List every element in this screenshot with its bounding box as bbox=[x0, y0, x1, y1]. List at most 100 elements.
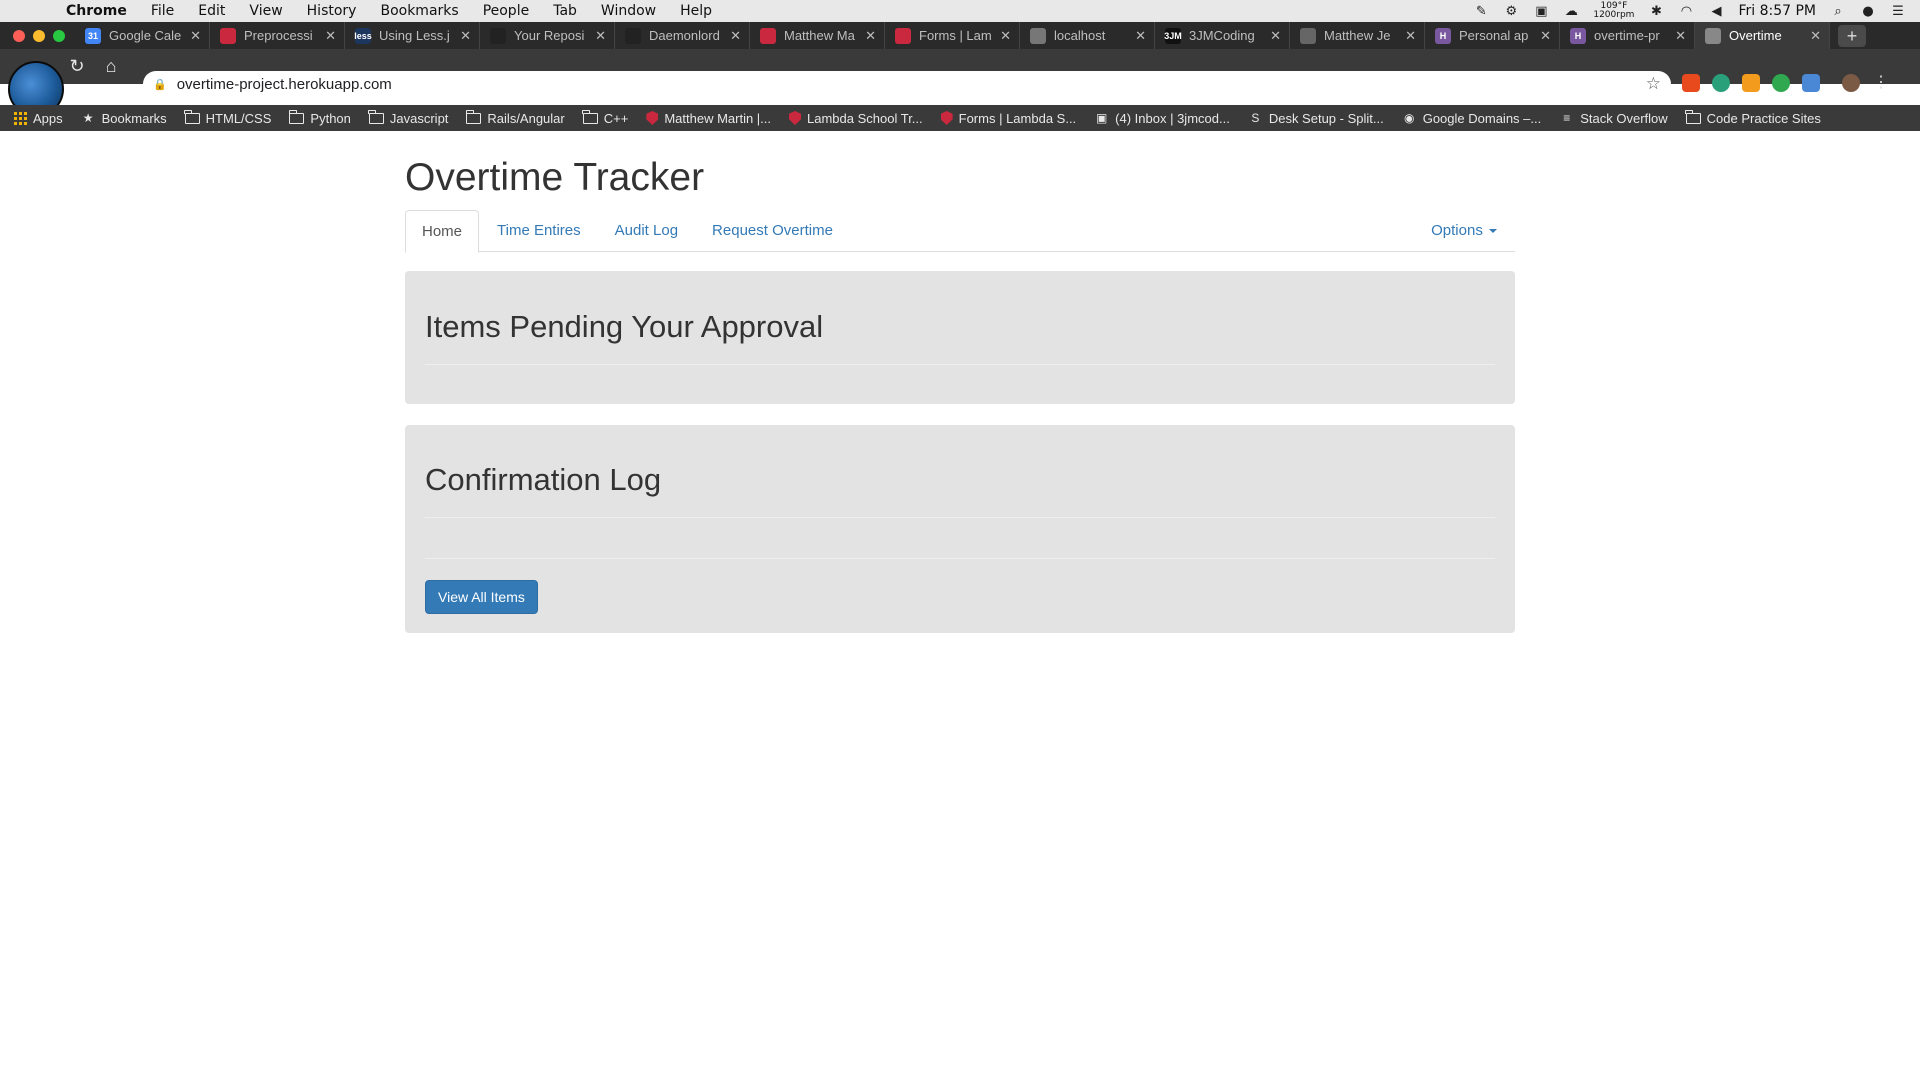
menu-file[interactable]: File bbox=[139, 3, 186, 19]
close-tab-icon[interactable]: ✕ bbox=[1675, 28, 1686, 44]
browser-tab[interactable]: Hovertime-pr ✕ bbox=[1560, 22, 1695, 49]
zoom-window-button[interactable] bbox=[53, 29, 65, 42]
close-tab-icon[interactable]: ✕ bbox=[1135, 28, 1146, 44]
status-search-tool-icon[interactable]: ⚙ bbox=[1503, 4, 1519, 19]
menu-app-chrome[interactable]: Chrome bbox=[54, 3, 139, 19]
volume-icon[interactable]: ◀ bbox=[1708, 4, 1724, 19]
browser-tab[interactable]: Forms | Lam ✕ bbox=[885, 22, 1020, 49]
tab-home[interactable]: Home bbox=[405, 210, 480, 253]
tab-request-overtime[interactable]: Request Overtime bbox=[696, 210, 849, 252]
bookmark-label: (4) Inbox | 3jmcod... bbox=[1115, 110, 1230, 126]
close-tab-icon[interactable]: ✕ bbox=[1270, 28, 1281, 44]
menu-tab[interactable]: Tab bbox=[541, 3, 589, 19]
minimize-window-button[interactable] bbox=[33, 29, 45, 42]
close-tab-icon[interactable]: ✕ bbox=[730, 28, 741, 44]
browser-tab[interactable]: H Personal ap ✕ bbox=[1425, 22, 1560, 49]
browser-tab[interactable]: localhost ✕ bbox=[1020, 22, 1155, 49]
options-dropdown[interactable]: Options bbox=[1431, 210, 1497, 252]
bookmark-item[interactable]: Lambda School Tr... bbox=[789, 111, 923, 126]
close-tab-icon[interactable]: ✕ bbox=[865, 28, 876, 44]
bluetooth-icon[interactable]: ✱ bbox=[1648, 4, 1664, 19]
close-window-button[interactable] bbox=[13, 29, 25, 42]
bookmark-label: HTML/CSS bbox=[205, 110, 272, 126]
browser-tab[interactable]: less Using Less.j ✕ bbox=[345, 22, 480, 49]
tab-title: Your Reposi bbox=[514, 28, 585, 43]
browser-tab-strip: 31 Google Cale ✕ Preprocessi ✕ less Using Less… bbox=[0, 22, 1920, 49]
bookmark-item[interactable]: ≡ Stack Overflow bbox=[1559, 111, 1667, 126]
s-icon: S bbox=[1251, 111, 1260, 125]
grammarly-extension-icon[interactable] bbox=[1712, 74, 1730, 92]
close-tab-icon[interactable]: ✕ bbox=[325, 28, 336, 44]
browser-tab[interactable]: Preprocessi ✕ bbox=[210, 22, 345, 49]
close-tab-icon[interactable]: ✕ bbox=[460, 28, 471, 44]
bookmark-item[interactable]: Code Practice Sites bbox=[1685, 109, 1821, 126]
view-all-items-button[interactable]: View All Items bbox=[425, 580, 538, 614]
tab-audit-log[interactable]: Audit Log bbox=[599, 210, 694, 252]
address-url[interactable]: overtime-project.herokuapp.com bbox=[177, 76, 392, 93]
bookmark-star-icon[interactable]: ☆ bbox=[1646, 74, 1661, 94]
close-tab-icon[interactable]: ✕ bbox=[595, 28, 606, 44]
bookmark-item[interactable]: Javascript bbox=[368, 109, 449, 126]
menu-view[interactable]: View bbox=[237, 3, 294, 19]
close-tab-icon[interactable]: ✕ bbox=[1540, 28, 1551, 44]
new-tab-button[interactable]: + bbox=[1838, 25, 1866, 47]
menu-help[interactable]: Help bbox=[668, 3, 724, 19]
wifi-icon[interactable]: ◠ bbox=[1678, 4, 1694, 19]
bookmark-item[interactable]: HTML/CSS bbox=[184, 109, 272, 126]
bookmark-item[interactable]: ★ Bookmarks bbox=[81, 111, 167, 126]
bookmark-item[interactable]: Rails/Angular bbox=[465, 109, 565, 126]
profile-avatar-icon[interactable] bbox=[1842, 74, 1860, 92]
browser-tab[interactable]: 3JM 3JMCoding ✕ bbox=[1155, 22, 1290, 49]
close-tab-icon[interactable]: ✕ bbox=[1405, 28, 1416, 44]
siri-icon[interactable]: ● bbox=[1860, 4, 1876, 19]
close-tab-icon[interactable]: ✕ bbox=[190, 28, 201, 44]
menubar-clock[interactable]: Fri 8:57 PM bbox=[1738, 3, 1816, 19]
lock-icon[interactable]: 🔒 bbox=[153, 78, 167, 91]
browser-tab[interactable]: Your Reposi ✕ bbox=[480, 22, 615, 49]
bookmark-item[interactable]: Forms | Lambda S... bbox=[940, 111, 1076, 126]
address-bar[interactable]: 🔒 overtime-project.herokuapp.com ☆ bbox=[143, 71, 1671, 97]
status-tools-icon[interactable]: ✎ bbox=[1473, 4, 1489, 19]
bookmark-item[interactable]: ◉ Google Domains –... bbox=[1402, 111, 1541, 126]
menu-bookmarks[interactable]: Bookmarks bbox=[368, 3, 470, 19]
bookmark-item[interactable]: ▣ (4) Inbox | 3jmcod... bbox=[1094, 111, 1230, 126]
notification-center-icon[interactable]: ☰ bbox=[1890, 4, 1906, 19]
tab-time-entries[interactable]: Time Entires bbox=[481, 210, 597, 252]
temperature-readout[interactable]: 109°F 1200rpm bbox=[1593, 2, 1634, 20]
status-lock-icon[interactable]: ▣ bbox=[1533, 4, 1549, 19]
bookmark-item[interactable]: S Desk Setup - Split... bbox=[1248, 111, 1383, 126]
bookmark-label: Code Practice Sites bbox=[1706, 110, 1821, 126]
bookmark-label: Javascript bbox=[389, 110, 449, 126]
office-extension-icon[interactable] bbox=[1682, 74, 1700, 92]
bookmarks-bar: Apps ★ Bookmarks HTML/CSS Python Javascript Ra… bbox=[0, 105, 1920, 131]
close-tab-icon[interactable]: ✕ bbox=[1810, 28, 1821, 44]
spotlight-search-icon[interactable]: ⌕ bbox=[1830, 4, 1846, 19]
log-divider-bottom bbox=[425, 558, 1495, 559]
browser-tab[interactable]: Matthew Ma ✕ bbox=[750, 22, 885, 49]
browser-tab[interactable]: Overtime ✕ bbox=[1695, 22, 1830, 49]
menu-history[interactable]: History bbox=[295, 3, 369, 19]
bookmark-item[interactable]: Python bbox=[288, 109, 351, 126]
menu-edit[interactable]: Edit bbox=[186, 3, 237, 19]
tab-favicon-icon bbox=[220, 27, 236, 44]
menu-kebab-icon[interactable]: ⋮ bbox=[1872, 74, 1890, 92]
bookmark-item[interactable]: C++ bbox=[582, 109, 628, 126]
pen-extension-icon[interactable] bbox=[1802, 74, 1820, 92]
browser-tab[interactable]: 31 Google Cale ✕ bbox=[75, 22, 210, 49]
home-icon[interactable]: ⌂ bbox=[96, 52, 126, 82]
status-cloud-icon[interactable]: ☁ bbox=[1563, 4, 1579, 19]
pending-divider bbox=[425, 364, 1495, 365]
browser-tab[interactable]: Daemonlord ✕ bbox=[615, 22, 750, 49]
green-extension-icon[interactable] bbox=[1772, 74, 1790, 92]
menu-people[interactable]: People bbox=[471, 3, 542, 19]
tool-extension-icon[interactable] bbox=[1742, 74, 1760, 92]
browser-tab[interactable]: Matthew Je ✕ bbox=[1290, 22, 1425, 49]
bookmark-item[interactable]: Matthew Martin |... bbox=[646, 111, 771, 126]
menu-window[interactable]: Window bbox=[589, 3, 668, 19]
confirmation-log-heading: Confirmation Log bbox=[425, 462, 662, 497]
bookmark-item[interactable]: Apps bbox=[14, 111, 63, 126]
reload-icon[interactable]: ↻ bbox=[62, 52, 92, 82]
log-divider-top bbox=[425, 517, 1495, 518]
close-tab-icon[interactable]: ✕ bbox=[1000, 28, 1011, 44]
tab-title: Matthew Ma bbox=[784, 28, 855, 43]
